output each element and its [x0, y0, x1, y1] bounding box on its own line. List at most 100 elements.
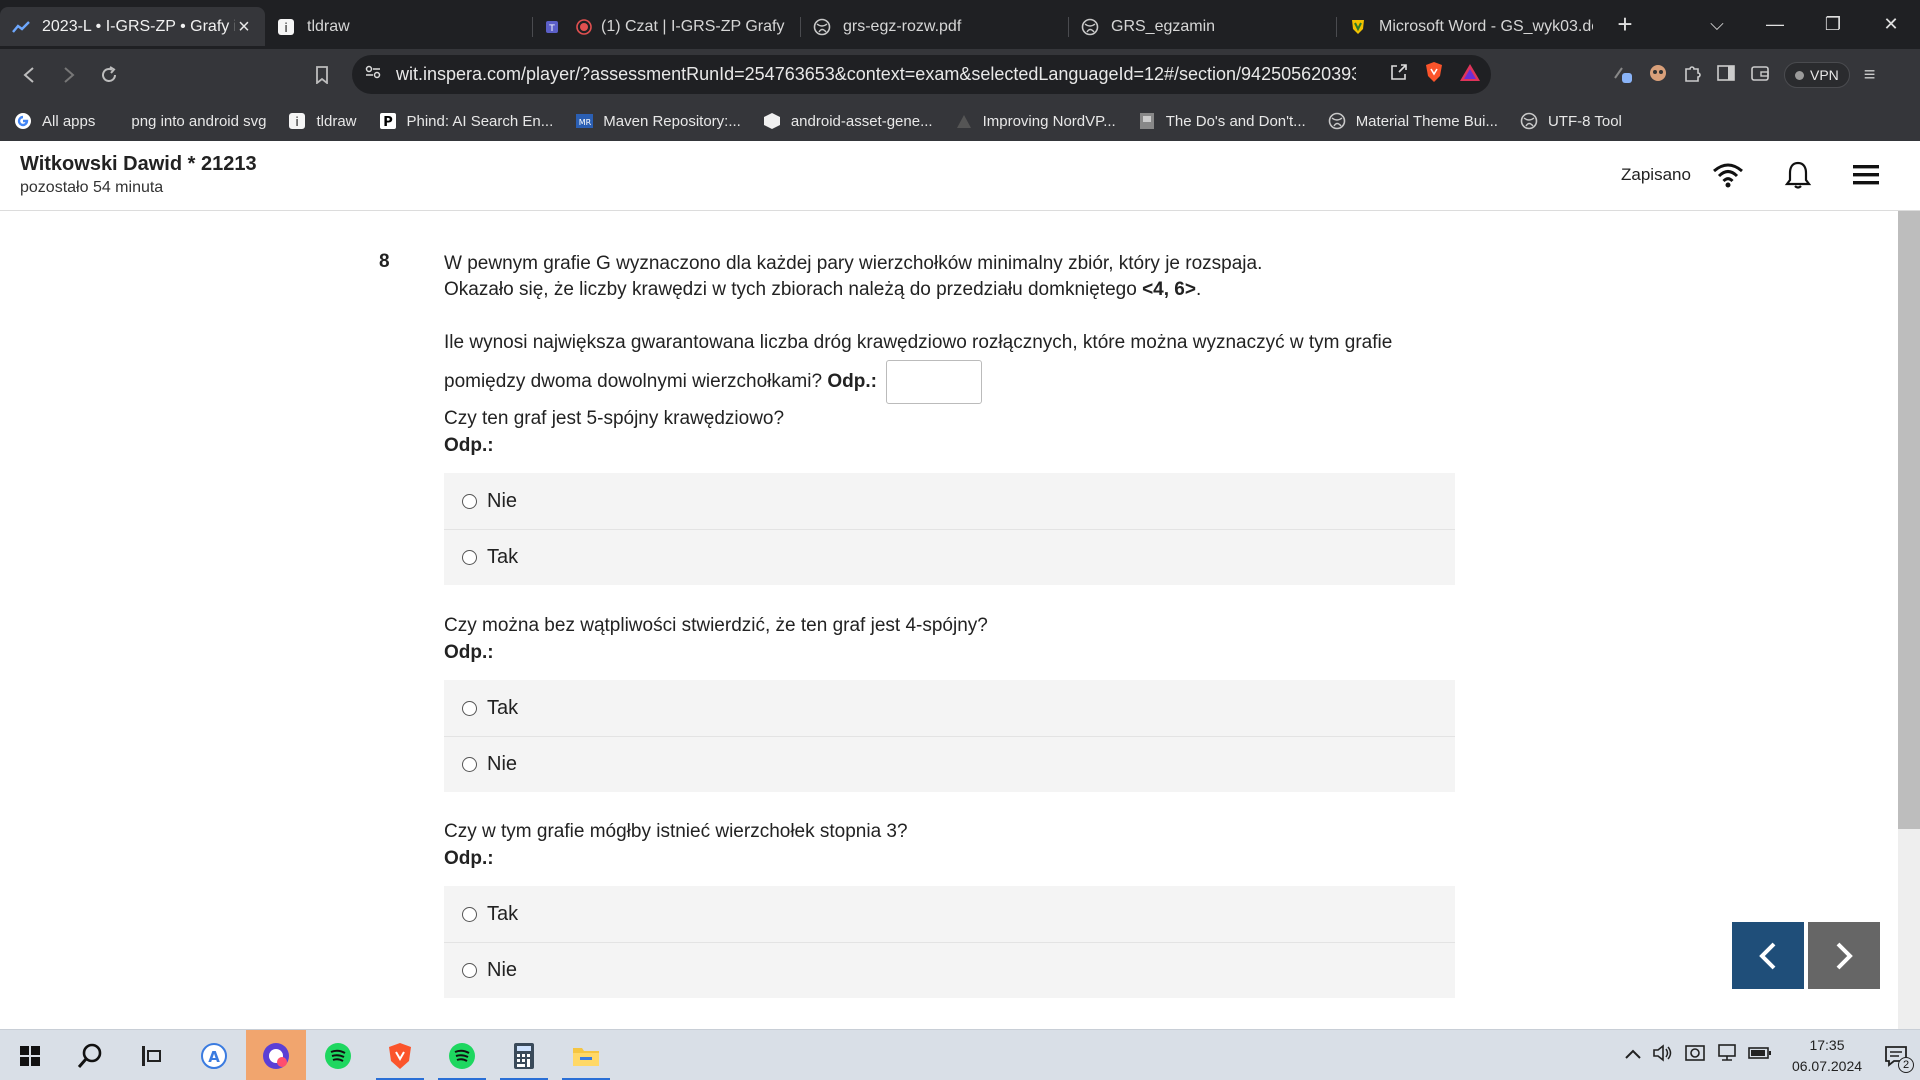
globe-icon [1328, 112, 1346, 130]
close-tab-icon[interactable]: × [235, 17, 253, 37]
cube-icon [763, 112, 781, 130]
tab-title: grs-egz-rozw.pdf [843, 17, 962, 35]
menu-icon[interactable]: ≡ [1864, 64, 1876, 87]
game-launcher-icon[interactable] [246, 1030, 306, 1080]
tab-grs-egzamin[interactable]: GRS_egzamin [1069, 7, 1337, 46]
app-store-icon[interactable]: A [184, 1030, 244, 1080]
globe-icon [813, 18, 831, 36]
bookmark-android-asset[interactable]: android-asset-gene... [763, 112, 933, 130]
chevron-right-icon [64, 67, 75, 83]
bookmark-utf8-tool[interactable]: UTF-8 Tool [1520, 112, 1622, 130]
spotify-icon[interactable] [308, 1030, 368, 1080]
bookmark-label: png into android svg [131, 112, 267, 130]
new-tab-button[interactable]: + [1607, 9, 1643, 40]
forward-button[interactable] [49, 55, 89, 95]
close-window-button[interactable]: ✕ [1862, 14, 1920, 35]
radio-button[interactable] [462, 906, 477, 922]
vpn-button[interactable]: VPN [1784, 62, 1850, 88]
option-tak[interactable]: Tak [444, 680, 1455, 736]
bell-icon[interactable] [1780, 157, 1816, 193]
taskbar-clock[interactable]: 17:35 06.07.2024 [1782, 1035, 1872, 1077]
tab-word[interactable]: Microsoft Word - GS_wyk03.do [1337, 7, 1605, 46]
option-nie[interactable]: Nie [444, 736, 1455, 792]
calculator-icon[interactable] [494, 1030, 554, 1080]
bookmark-dos-donts[interactable]: The Do's and Don't... [1138, 112, 1306, 130]
bookmark-icon [316, 66, 328, 84]
globe-icon [1520, 112, 1538, 130]
bookmark-label: Improving NordVP... [982, 112, 1116, 130]
option-tak[interactable]: Tak [444, 529, 1455, 585]
google-icon [14, 112, 32, 130]
bookmark-label: Maven Repository:... [603, 112, 741, 130]
bookmark-label: UTF-8 Tool [1547, 112, 1622, 130]
globe-icon [1081, 18, 1099, 36]
bookmark-all-apps[interactable]: All apps [14, 112, 95, 130]
radio-button[interactable] [462, 700, 477, 716]
recording-icon [575, 18, 593, 36]
svg-text:MR: MR [579, 118, 592, 127]
next-question-button[interactable] [1808, 922, 1880, 989]
bookmark-tldraw[interactable]: i tldraw [288, 112, 357, 130]
restore-button[interactable]: ❐ [1804, 14, 1862, 35]
update-icon[interactable] [1684, 1043, 1706, 1068]
bookmark-maven[interactable]: MR Maven Repository:... [575, 112, 741, 130]
bookmark-label: android-asset-gene... [790, 112, 933, 130]
wifi-icon[interactable] [1710, 157, 1746, 193]
brave-browser-icon[interactable] [370, 1030, 430, 1080]
menu-icon[interactable] [1848, 157, 1884, 193]
sidebar-icon[interactable] [1716, 64, 1736, 87]
extension-face-icon[interactable] [1648, 63, 1668, 88]
brave-rewards-icon[interactable] [1459, 62, 1481, 87]
clock-date: 06.07.2024 [1791, 1057, 1863, 1074]
back-button[interactable] [9, 55, 49, 95]
tab-teams-chat[interactable]: T (1) Czat | I-GRS-ZP Grafy i si [533, 7, 801, 46]
address-bar[interactable]: wit.inspera.com/player/?assessmentRunId=… [352, 55, 1491, 94]
minimize-button[interactable]: — [1746, 14, 1804, 35]
battery-icon[interactable] [1748, 1046, 1772, 1065]
answer-label: Odp.: [827, 371, 877, 393]
notification-center[interactable]: 2 [1872, 1030, 1920, 1080]
previous-question-button[interactable] [1732, 922, 1804, 989]
phind-icon: P [379, 112, 397, 130]
tldraw-icon: i [288, 112, 306, 130]
option-nie[interactable]: Nie [444, 473, 1455, 529]
answer-input[interactable] [886, 360, 983, 404]
puzzle-icon[interactable] [1682, 63, 1702, 88]
radio-button[interactable] [462, 963, 477, 978]
network-icon[interactable] [1716, 1043, 1738, 1068]
tab-search-icon[interactable]: ⌵ [1688, 14, 1746, 35]
option-nie[interactable]: Nie [444, 942, 1455, 998]
file-explorer-icon[interactable] [556, 1030, 616, 1080]
spotify-icon[interactable] [432, 1030, 492, 1080]
tldraw-icon: i [277, 18, 295, 36]
options-group-1: Nie Tak [444, 473, 1455, 585]
tab-tldraw[interactable]: i tldraw [265, 7, 533, 46]
radio-button[interactable] [462, 757, 477, 772]
brave-shields-icon[interactable] [1423, 61, 1445, 88]
reload-button[interactable] [89, 55, 129, 95]
radio-button[interactable] [462, 550, 477, 565]
bookmark-button[interactable] [302, 55, 342, 95]
scrollbar-thumb[interactable] [1898, 211, 1920, 829]
search-icon[interactable] [60, 1030, 120, 1080]
extension-icon[interactable] [1612, 62, 1634, 89]
bookmark-phind[interactable]: P Phind: AI Search En... [379, 112, 553, 130]
url-text[interactable]: wit.inspera.com/player/?assessmentRunId=… [396, 64, 1356, 85]
share-icon[interactable] [1389, 62, 1409, 87]
wallet-icon[interactable] [1750, 64, 1770, 87]
bookmark-png-svg[interactable]: png into android svg [131, 113, 266, 130]
volume-icon[interactable] [1652, 1043, 1674, 1068]
tab-title: GRS_egzamin [1111, 17, 1216, 35]
radio-button[interactable] [462, 493, 477, 509]
subquestion-1: Czy ten graf jest 5-spójny krawędziowo? … [444, 408, 1464, 457]
bookmark-material-theme[interactable]: Material Theme Bui... [1328, 112, 1498, 130]
tab-pdf[interactable]: grs-egz-rozw.pdf [801, 7, 1069, 46]
task-view-icon[interactable] [120, 1030, 180, 1080]
tab-inspera[interactable]: 2023-L • I-GRS-ZP • Grafy i × [0, 7, 265, 46]
subquestion-text: Czy można bez wątpliwości stwierdzić, że… [444, 615, 988, 636]
chevron-up-icon[interactable] [1624, 1047, 1642, 1065]
bookmark-nordvpn[interactable]: Improving NordVP... [955, 112, 1116, 130]
windows-start-icon[interactable] [0, 1030, 60, 1080]
site-settings-icon[interactable] [364, 63, 382, 86]
option-tak[interactable]: Tak [444, 886, 1455, 942]
